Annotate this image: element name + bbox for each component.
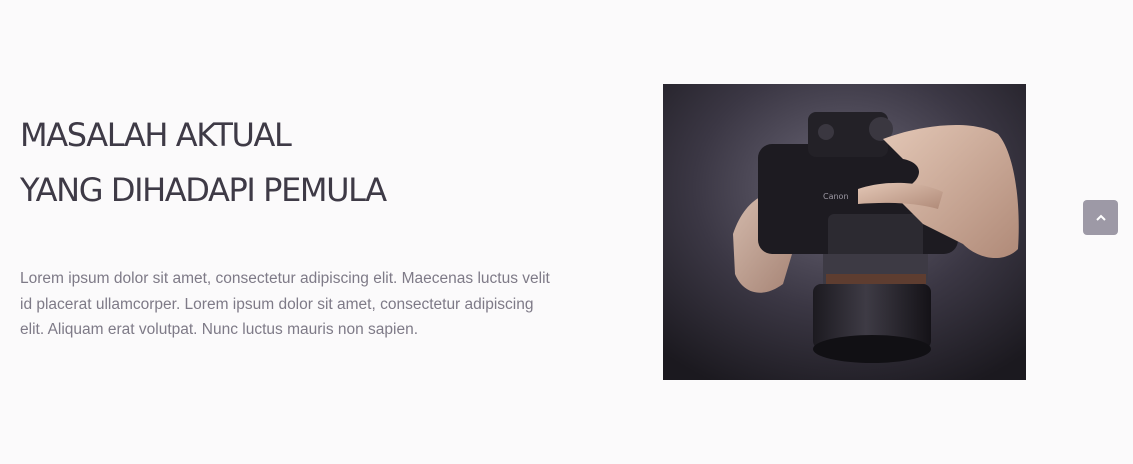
heading-line-2: YANG DIHADAPI PEMULA [20, 171, 387, 209]
content-section: MASALAH AKTUAL YANG DIHADAPI PEMULA Lore… [0, 0, 1133, 464]
section-body-text: Lorem ipsum dolor sit amet, consectetur … [20, 270, 550, 338]
section-heading: MASALAH AKTUAL YANG DIHADAPI PEMULA [20, 108, 387, 218]
scroll-to-top-button[interactable] [1083, 200, 1118, 235]
camera-illustration: Canon [663, 84, 1026, 380]
chevron-up-icon [1095, 214, 1106, 221]
camera-photo: Canon [663, 84, 1026, 380]
heading-line-1: MASALAH AKTUAL [20, 116, 292, 154]
camera-brand-label: Canon [823, 192, 849, 201]
